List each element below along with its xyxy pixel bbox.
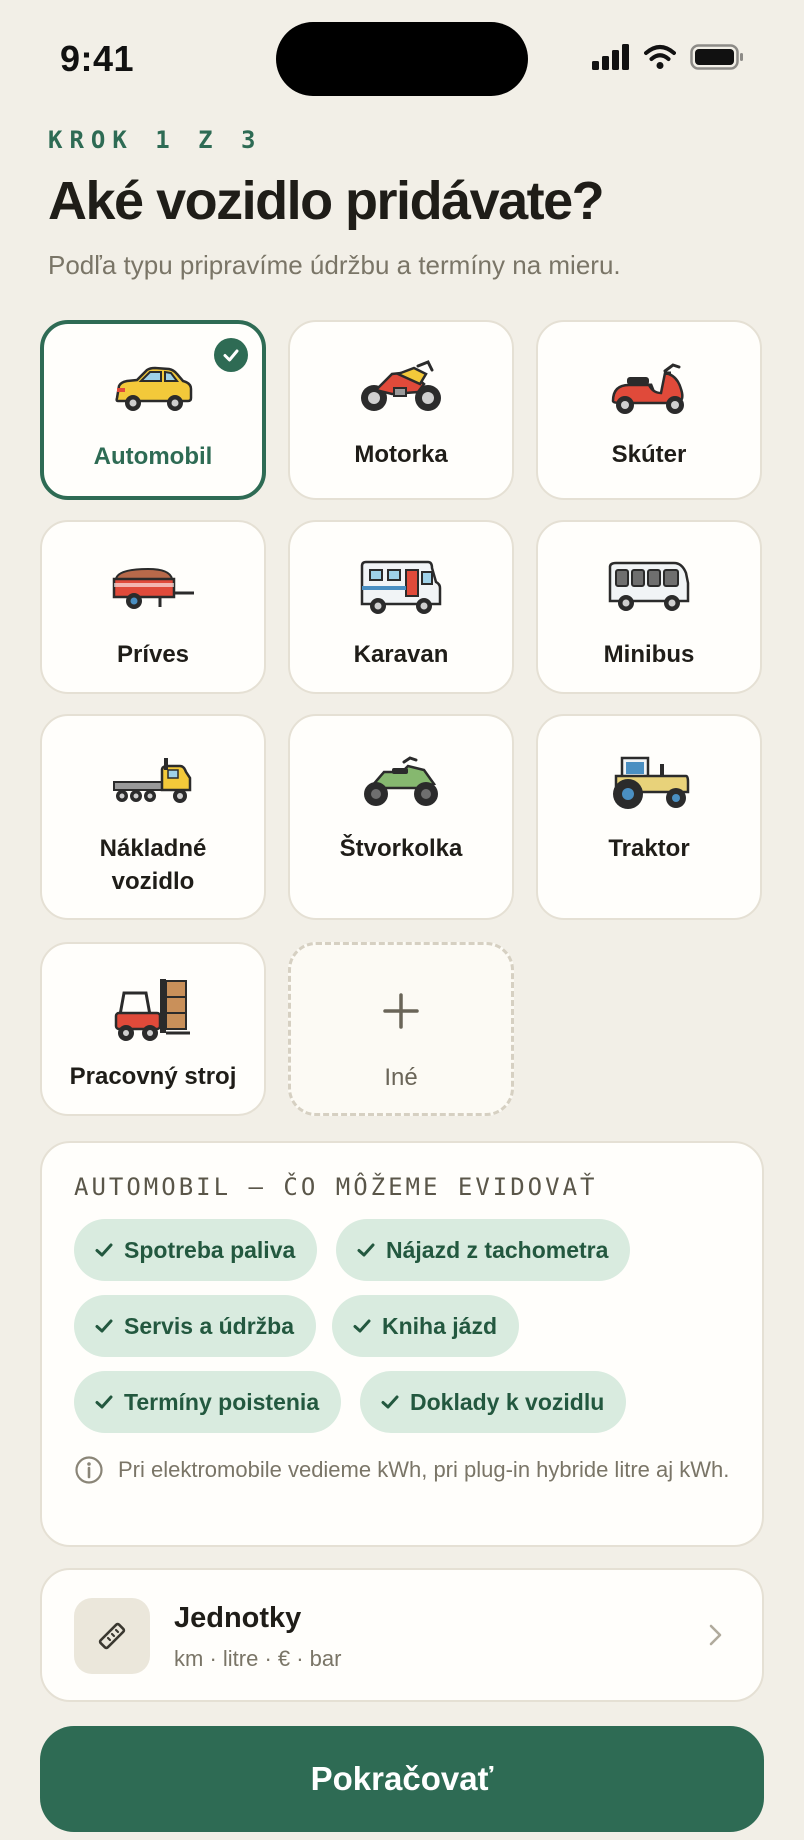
feature-chip: Doklady k vozidlu: [360, 1371, 627, 1433]
vehicle-tile-stvorkolka[interactable]: Štvorkolka: [288, 714, 514, 920]
dynamic-island: [276, 22, 528, 96]
check-icon: [357, 1243, 375, 1257]
minibus-icon: [604, 556, 694, 620]
info-icon: [75, 1456, 103, 1484]
vehicle-tile-label: Karavan: [353, 641, 449, 668]
trailer-icon: [108, 556, 198, 620]
feature-chip-label: Kniha jázd: [382, 1312, 498, 1339]
plus-icon: [356, 979, 446, 1043]
caravan-icon: [356, 556, 446, 620]
vehicle-tile-label: Automobil: [93, 443, 213, 470]
feature-chip: Kniha jázd: [332, 1295, 520, 1357]
info-note: Pri elektromobile vedieme kWh, pri plug-…: [74, 1453, 734, 1486]
vehicle-tile-label: Traktor: [608, 835, 690, 862]
vehicle-tile-ine[interactable]: Iné: [288, 942, 514, 1116]
vehicle-tile-label: Štvorkolka: [339, 835, 463, 862]
vehicle-tile-skuter[interactable]: Skúter: [536, 320, 762, 500]
page-title: Aké vozidlo pridávate?: [48, 171, 605, 231]
status-bar: 9:41: [0, 0, 804, 120]
vehicle-tile-label: Motorka: [354, 441, 448, 468]
feature-chip: Termíny poistenia: [74, 1371, 342, 1433]
scooter-icon: [604, 356, 694, 420]
car-icon: [108, 358, 198, 422]
features-card: AUTOMOBIL — ČO MÔŽEME EVIDOVAŤ Spotreba …: [40, 1141, 764, 1547]
signal-icon: [592, 44, 629, 70]
features-title: AUTOMOBIL — ČO MÔŽEME EVIDOVAŤ: [74, 1173, 598, 1201]
tractor-icon: [604, 750, 694, 814]
vehicle-tile-label: Iné: [384, 1064, 418, 1091]
feature-chip: Servis a údržba: [74, 1295, 317, 1357]
units-row[interactable]: Jednotky km · litre · € · bar: [40, 1568, 764, 1702]
battery-icon: [690, 44, 743, 70]
quad-icon: [356, 750, 446, 814]
status-time: 9:41: [60, 38, 135, 79]
feature-chip: Nájazd z tachometra: [336, 1219, 631, 1281]
vehicle-tile-pracovny-stroj[interactable]: Pracovný stroj: [40, 942, 266, 1116]
units-subtitle: km · litre · € · bar: [174, 1646, 342, 1671]
feature-chip-label: Doklady k vozidlu: [410, 1388, 605, 1415]
vehicle-tile-minibus[interactable]: Minibus: [536, 520, 762, 694]
feature-chip-label: Termíny poistenia: [124, 1388, 320, 1415]
info-text: Pri elektromobile vedieme kWh, pri plug-…: [118, 1457, 730, 1482]
vehicle-tile-prives[interactable]: Príves: [40, 520, 266, 694]
feature-chip-label: Spotreba paliva: [124, 1236, 296, 1263]
check-icon: [381, 1395, 399, 1409]
feature-chip-label: Servis a údržba: [124, 1312, 295, 1339]
truck-icon: [108, 750, 198, 814]
units-title: Jednotky: [174, 1602, 302, 1634]
status-icons: [592, 44, 744, 70]
selected-check-icon: [214, 338, 248, 372]
vehicle-tile-automobil[interactable]: Automobil: [40, 320, 266, 500]
vehicle-tile-traktor[interactable]: Traktor: [536, 714, 762, 920]
feature-chip: Spotreba paliva: [74, 1219, 318, 1281]
forklift-icon: [108, 978, 198, 1042]
vehicle-tile-label: Pracovný stroj: [69, 1063, 237, 1090]
vehicle-tile-label: Minibus: [603, 641, 695, 668]
step-indicator: KROK 1 Z 3: [48, 126, 263, 154]
check-icon: [95, 1243, 113, 1257]
vehicle-tile-label: Príves: [116, 641, 190, 668]
chevron-right-icon: [709, 1624, 722, 1646]
motorcycle-icon: [356, 356, 446, 420]
feature-chip-label: Nájazd z tachometra: [386, 1236, 609, 1263]
page-subtitle: Podľa typu pripravíme údržbu a termíny n…: [48, 250, 621, 280]
wifi-icon: [644, 45, 676, 69]
check-icon: [95, 1319, 113, 1333]
vehicle-tile-nakladne-vozidlo[interactable]: Nákladné vozidlo: [40, 714, 266, 920]
check-icon: [95, 1395, 113, 1409]
vehicle-tile-label: Nákladné vozidlo: [99, 835, 207, 895]
vehicle-tile-motorka[interactable]: Motorka: [288, 320, 514, 500]
ruler-icon: [74, 1598, 150, 1674]
vehicle-tile-karavan[interactable]: Karavan: [288, 520, 514, 694]
check-icon: [353, 1319, 371, 1333]
vehicle-tile-label: Skúter: [611, 441, 687, 468]
continue-button[interactable]: Pokračovať: [40, 1726, 764, 1832]
